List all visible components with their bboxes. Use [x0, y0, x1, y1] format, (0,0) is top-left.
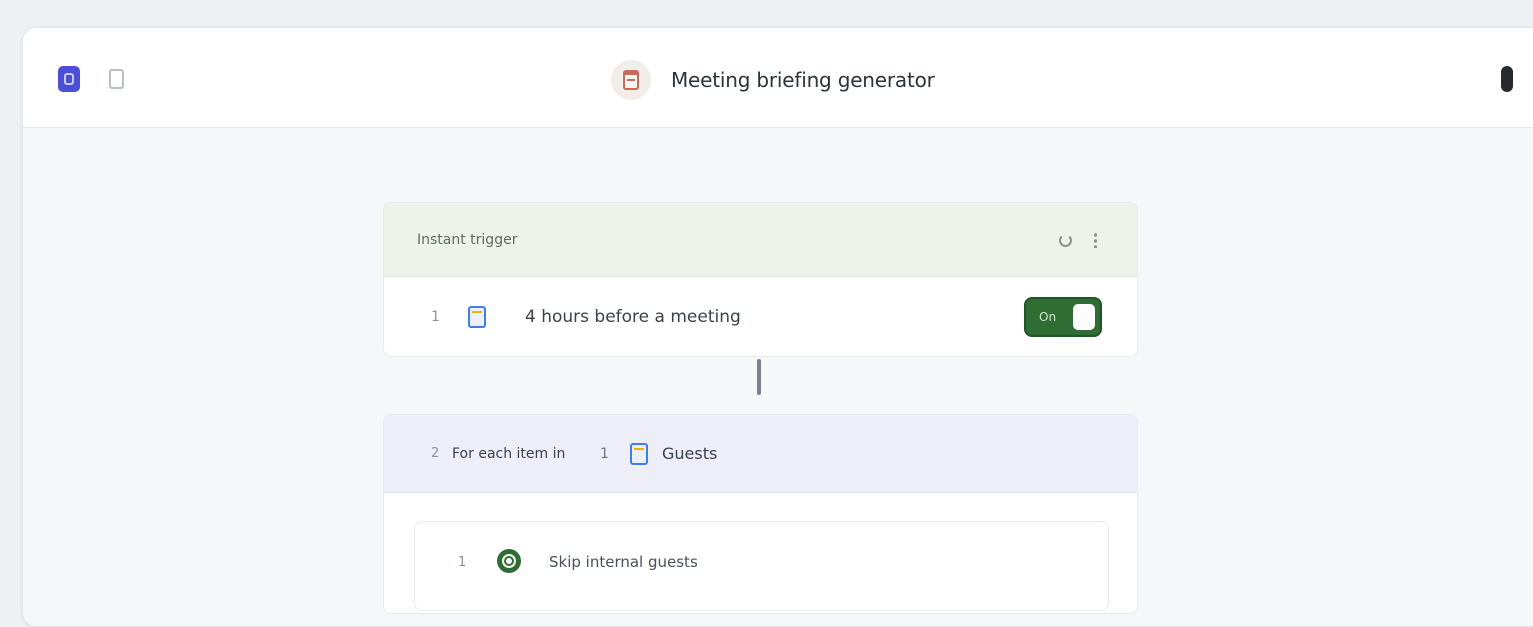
loop-header[interactable]: 2 For each item in 1 Guests	[384, 415, 1137, 493]
step-connector	[757, 359, 761, 395]
more-options-icon[interactable]	[1094, 232, 1097, 248]
trigger-step-text: 4 hours before a meeting	[525, 307, 741, 327]
trigger-on-toggle[interactable]: On	[1024, 297, 1102, 337]
refresh-icon[interactable]	[1059, 234, 1072, 247]
top-bar: Meeting briefing generator	[23, 28, 1533, 128]
trigger-header-actions	[1059, 227, 1097, 248]
calendar-badge	[611, 60, 651, 100]
inner-step-number: 1	[458, 555, 467, 570]
google-calendar-icon	[630, 443, 648, 465]
loop-prefix-text: For each item in	[452, 445, 566, 462]
trigger-header: Instant trigger	[384, 203, 1137, 277]
filter-icon	[497, 549, 521, 573]
app-logo-icon[interactable]	[58, 66, 80, 92]
inner-step-card[interactable]: 1 Skip internal guests	[414, 521, 1109, 611]
trigger-section-label: Instant trigger	[417, 232, 518, 248]
page-title: Meeting briefing generator	[671, 68, 935, 92]
loop-card: 2 For each item in 1 Guests 1 Skip inter…	[383, 414, 1138, 614]
loop-ref-step-number: 1	[600, 445, 609, 462]
step-number: 1	[431, 309, 440, 325]
inner-step-text: Skip internal guests	[549, 553, 698, 571]
trigger-step-row[interactable]: 1 4 hours before a meeting On	[384, 277, 1137, 356]
toggle-label: On	[1039, 310, 1057, 324]
trigger-card: Instant trigger 1 4 hours before a meeti…	[383, 202, 1138, 357]
user-avatar[interactable]	[1501, 66, 1513, 92]
toggle-knob	[1073, 304, 1095, 330]
sidebar-toggle-icon[interactable]	[109, 69, 124, 89]
loop-ref-field[interactable]: Guests	[662, 444, 717, 463]
google-calendar-icon	[468, 306, 486, 328]
title-area: Meeting briefing generator	[611, 60, 935, 100]
loop-step-number: 2	[431, 446, 440, 461]
calendar-icon	[623, 70, 639, 90]
